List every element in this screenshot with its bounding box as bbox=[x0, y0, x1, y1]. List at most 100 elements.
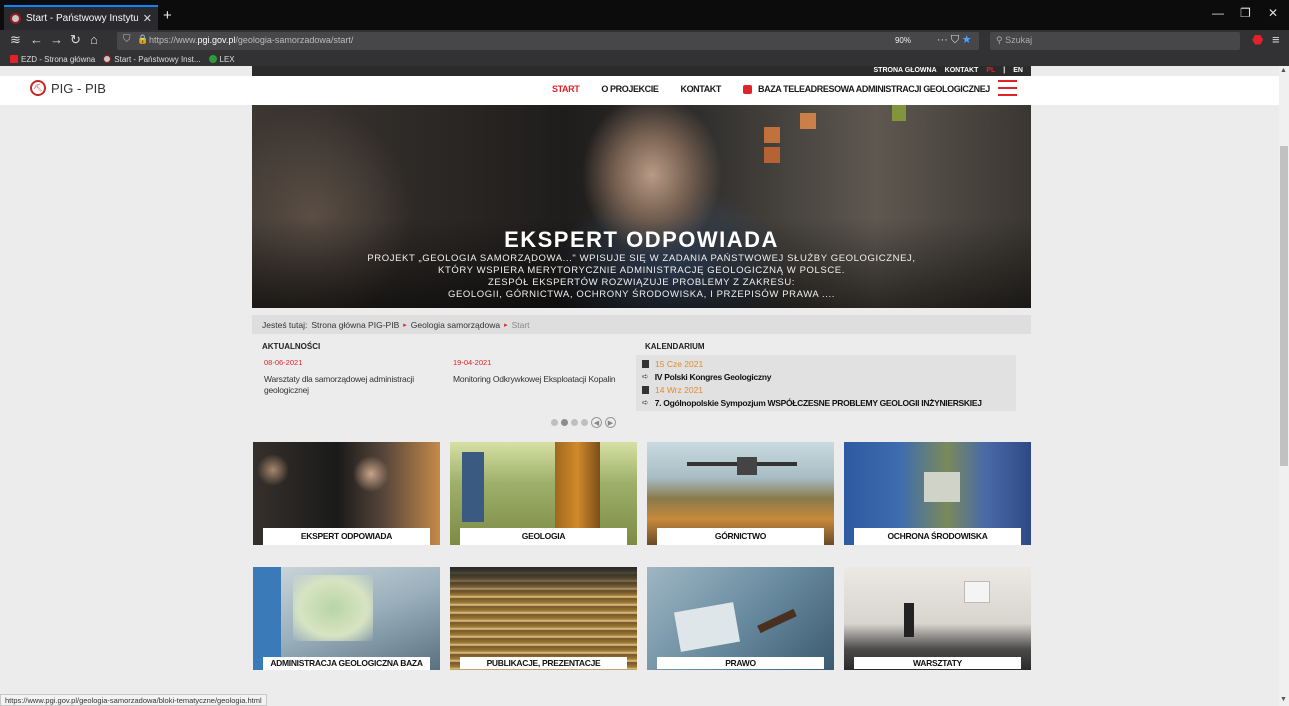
logo-text: PIG - PIB bbox=[51, 80, 106, 96]
calendar-event-title[interactable]: 7. Ogólnopolskie Sympozjum WSPÓŁCZESNE P… bbox=[655, 398, 982, 408]
tile-publications[interactable]: PUBLIKACJE, PREZENTACJE bbox=[450, 567, 637, 670]
library-icon[interactable]: ≋ bbox=[10, 32, 21, 48]
nav-contact[interactable]: KONTAKT bbox=[680, 84, 721, 94]
bookmark-star-icon[interactable]: ★ bbox=[962, 34, 971, 46]
search-bar[interactable]: ⚲ Szukaj bbox=[990, 32, 1240, 50]
bookmark-item[interactable]: EZD - Strona główna bbox=[10, 55, 95, 64]
new-tab-icon[interactable]: + bbox=[163, 7, 172, 24]
browser-window: Start - Państwowy Instytut Geo ✕ + — ❐ ✕… bbox=[0, 0, 1289, 706]
page-scrollbar[interactable]: ▲ ▼ bbox=[1279, 66, 1289, 706]
tab-close-icon[interactable]: ✕ bbox=[143, 12, 152, 25]
navigation-toolbar: ≋ ← → ↻ ⌂ ⛉ 🔒 https://www.pgi.gov.pl/geo… bbox=[0, 30, 1289, 52]
scroll-down-icon[interactable]: ▼ bbox=[1280, 696, 1287, 703]
calendar-event-title[interactable]: IV Polski Kongres Geologiczny bbox=[655, 372, 772, 382]
tile-label: ADMINISTRACJA GEOLOGICZNA BAZA TELEADRES… bbox=[263, 657, 430, 670]
nav-database-label: BAZA TELEADRESOWA ADMINISTRACJI GEOLOGIC… bbox=[758, 84, 990, 94]
tile-expert[interactable]: EKSPERT ODPOWIADA bbox=[253, 442, 440, 545]
forward-icon[interactable]: → bbox=[50, 32, 63, 47]
news-item[interactable]: 19-04-2021 Monitoring Odkrywkowej Eksplo… bbox=[453, 358, 628, 385]
hamburger-menu-icon[interactable] bbox=[998, 80, 1017, 96]
page-actions-icon[interactable]: ··· ⛉ ★ bbox=[937, 34, 971, 47]
breadcrumb: Jesteś tutaj: Strona główna PIG-PIB ▸ Ge… bbox=[252, 315, 1031, 334]
reload-icon[interactable]: ↻ bbox=[70, 32, 81, 48]
tile-administration[interactable]: ADMINISTRACJA GEOLOGICZNA BAZA TELEADRES… bbox=[253, 567, 440, 670]
url-prefix: https://www. bbox=[149, 35, 198, 45]
pager-dot[interactable] bbox=[571, 419, 578, 426]
tab-active[interactable]: Start - Państwowy Instytut Geo ✕ bbox=[4, 5, 158, 30]
news-item[interactable]: 08-06-2021 Warsztaty dla samorządowej ad… bbox=[264, 358, 439, 396]
tile-geology[interactable]: GEOLOGIA bbox=[450, 442, 637, 545]
url-bar[interactable]: ⛉ 🔒 https://www.pgi.gov.pl/geologia-samo… bbox=[117, 32, 979, 50]
next-arrow-icon[interactable]: ▶ bbox=[605, 417, 616, 428]
news-date: 19-04-2021 bbox=[453, 358, 492, 367]
site-favicon-icon bbox=[103, 55, 112, 63]
close-window-icon[interactable]: ✕ bbox=[1268, 6, 1278, 20]
calendar-date-row: 14 Wrz 2021 bbox=[642, 383, 1010, 396]
arrow-right-icon: ➪ bbox=[642, 372, 649, 381]
calendar-list: 15 Cze 2021 ➪ IV Polski Kongres Geologicz… bbox=[636, 355, 1016, 411]
tile-label: OCHRONA ŚRODOWISKA bbox=[854, 528, 1021, 545]
tile-workshops[interactable]: WARSZTATY bbox=[844, 567, 1031, 670]
minimize-icon[interactable]: — bbox=[1212, 6, 1224, 20]
breadcrumb-separator-icon: ▸ bbox=[403, 321, 407, 329]
scroll-thumb[interactable] bbox=[1280, 146, 1288, 466]
home-icon[interactable]: ⌂ bbox=[90, 32, 98, 47]
breadcrumb-link[interactable]: Geologia samorządowa bbox=[411, 320, 500, 330]
news-title[interactable]: Warsztaty dla samorządowej administracji… bbox=[264, 374, 439, 396]
tile-law[interactable]: PRAWO bbox=[647, 567, 834, 670]
url-path: /geologia-samorzadowa/start/ bbox=[235, 35, 354, 45]
calendar-icon bbox=[642, 385, 649, 394]
bookmark-item[interactable]: LEX bbox=[208, 55, 235, 64]
shield-icon[interactable]: ⛉ bbox=[123, 34, 131, 45]
pager-dot[interactable] bbox=[581, 419, 588, 426]
lang-en[interactable]: EN bbox=[1013, 66, 1023, 76]
news-title[interactable]: Monitoring Odkrywkowej Eksploatacji Kopa… bbox=[453, 374, 628, 385]
url-domain: pgi.gov.pl bbox=[197, 35, 236, 45]
nav-start[interactable]: START bbox=[552, 84, 580, 94]
main-nav: START O PROJEKCIE KONTAKT BAZA TELEADRES… bbox=[552, 84, 990, 94]
hero-text-line: ZESPÓŁ EKSPERTÓW ROZWIĄZUJE PROBLEMY Z Z… bbox=[487, 277, 796, 288]
nav-project[interactable]: O PROJEKCIE bbox=[601, 84, 659, 94]
top-utility-bar: STRONA GŁÓWNA KONTAKT PL | EN bbox=[252, 66, 1031, 76]
tile-label: GÓRNICTWO bbox=[657, 528, 824, 545]
calendar-date: 15 Cze 2021 bbox=[655, 358, 704, 369]
breadcrumb-prefix: Jesteś tutaj: bbox=[262, 319, 308, 330]
bookmarks-toolbar: EZD - Strona główna Start - Państwowy In… bbox=[0, 52, 1289, 66]
tab-title: Start - Państwowy Instytut Geo bbox=[26, 13, 138, 24]
top-link-contact[interactable]: KONTAKT bbox=[945, 66, 979, 76]
lang-separator: | bbox=[1003, 67, 1006, 74]
hero-banner[interactable]: EKSPERT ODPOWIADA PROJEKT „GEOLOGIA SAMO… bbox=[252, 105, 1031, 308]
calendar-event[interactable]: ➪ IV Polski Kongres Geologiczny bbox=[642, 370, 1010, 383]
site-logo[interactable]: ⛏ PIG - PIB bbox=[30, 80, 106, 96]
breadcrumb-current: Start bbox=[511, 319, 530, 330]
extension-icon[interactable]: ⬣ bbox=[1252, 32, 1263, 48]
menu-icon[interactable]: ≡ bbox=[1272, 32, 1280, 47]
back-icon[interactable]: ← bbox=[30, 32, 43, 47]
nav-database[interactable]: BAZA TELEADRESOWA ADMINISTRACJI GEOLOGIC… bbox=[743, 84, 990, 94]
tile-environment[interactable]: OCHRONA ŚRODOWISKA bbox=[844, 442, 1031, 545]
search-placeholder: Szukaj bbox=[1005, 35, 1033, 45]
hero-text-line: PROJEKT „GEOLOGIA SAMORZĄDOWA..." WPISUJ… bbox=[367, 253, 916, 264]
bookmark-item[interactable]: Start - Państwowy Inst... bbox=[103, 55, 201, 64]
lock-icon[interactable]: 🔒 bbox=[137, 34, 148, 45]
calendar-date-row: 15 Cze 2021 bbox=[642, 357, 1010, 370]
news-pager: ◀ ▶ bbox=[551, 417, 616, 428]
calendar-event[interactable]: ➪ 7. Ogólnopolskie Sympozjum WSPÓŁCZESNE … bbox=[642, 396, 1010, 409]
restore-icon[interactable]: ❐ bbox=[1240, 6, 1251, 20]
zoom-level[interactable]: 90% bbox=[895, 36, 911, 45]
breadcrumb-separator-icon: ▸ bbox=[504, 321, 508, 329]
tile-label: WARSZTATY bbox=[854, 657, 1021, 669]
hero-title: EKSPERT ODPOWIADA bbox=[504, 227, 779, 252]
pager-dot[interactable] bbox=[551, 419, 558, 426]
lang-pl[interactable]: PL bbox=[986, 66, 995, 76]
top-link-home[interactable]: STRONA GŁÓWNA bbox=[874, 66, 937, 76]
scroll-up-icon[interactable]: ▲ bbox=[1280, 67, 1287, 74]
page-viewport: STRONA GŁÓWNA KONTAKT PL | EN ⛏ PIG - PI… bbox=[0, 66, 1279, 706]
tile-mining[interactable]: GÓRNICTWO bbox=[647, 442, 834, 545]
breadcrumb-link[interactable]: Strona główna PIG-PIB bbox=[311, 320, 399, 330]
pager-dot[interactable] bbox=[561, 419, 568, 426]
tile-label: PUBLIKACJE, PREZENTACJE bbox=[460, 657, 627, 669]
site-favicon-icon bbox=[10, 13, 21, 24]
prev-arrow-icon[interactable]: ◀ bbox=[591, 417, 602, 428]
search-icon: ⚲ bbox=[996, 35, 1003, 45]
